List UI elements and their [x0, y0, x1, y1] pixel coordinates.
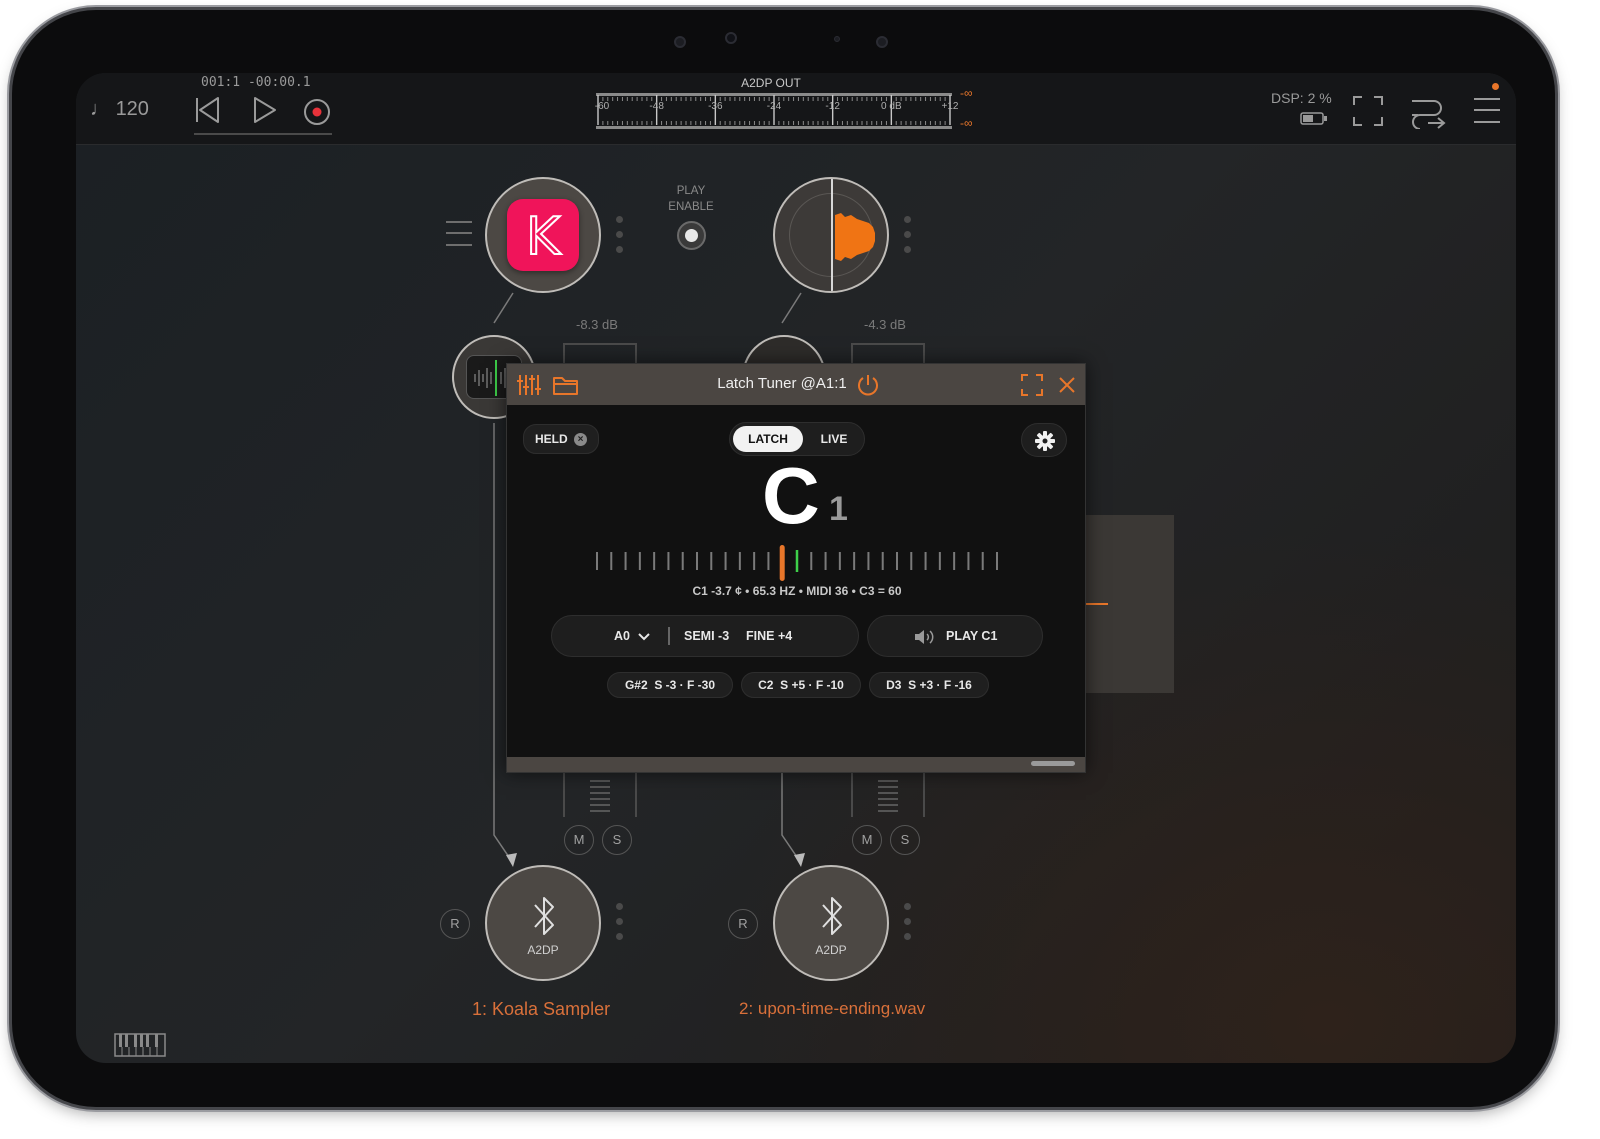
- bluetooth-icon: [822, 897, 842, 935]
- resize-handle[interactable]: [1031, 761, 1075, 766]
- reference-pitch-control: A0 SEMI -3 FINE +4: [551, 615, 859, 657]
- fine-value[interactable]: FINE +4: [746, 629, 792, 643]
- tuner-plugin-window: Latch Tuner @A1:1 HELD × LATCH LIVE C 1 …: [506, 363, 1086, 773]
- pitch-needle: [779, 545, 785, 581]
- channel-1-fader-top[interactable]: [563, 343, 637, 363]
- reference-note-select[interactable]: A0: [614, 629, 650, 643]
- koala-sampler-node[interactable]: K: [485, 177, 601, 293]
- play-label: PLAY C1: [946, 629, 998, 643]
- fader-handle-icon: [878, 780, 898, 812]
- channel-1-gain: -8.3 dB: [576, 317, 618, 332]
- folder-icon[interactable]: [553, 375, 579, 395]
- semi-value[interactable]: SEMI -3: [684, 629, 729, 643]
- koala-letter: K: [525, 206, 561, 268]
- channel-1-solo-button[interactable]: S: [602, 825, 632, 855]
- koala-app-icon: K: [507, 199, 579, 271]
- gear-icon: [1035, 431, 1055, 451]
- channel-2-name[interactable]: 2: upon-time-ending.wav: [739, 999, 925, 1019]
- play-enable-label: PLAY ENABLE: [668, 185, 714, 213]
- channel-2-output-node[interactable]: A2DP: [773, 865, 889, 981]
- held-label: HELD: [535, 432, 568, 446]
- fullscreen-icon[interactable]: [1021, 374, 1043, 396]
- ipad-frame: ♩ 120 001:1 -00:00.1 A2DP OUT -60 -48 -3…: [12, 10, 1555, 1107]
- preset-chip-3[interactable]: D3 S +3 · F -16: [869, 672, 989, 698]
- divider: [668, 627, 670, 645]
- chevron-down-icon: [638, 633, 650, 641]
- output-label: A2DP: [815, 943, 847, 957]
- preset-chip-2[interactable]: C2 S +5 · F -10: [741, 672, 861, 698]
- mode-latch-button[interactable]: LATCH: [733, 426, 803, 452]
- channel-1-output-node[interactable]: A2DP: [485, 865, 601, 981]
- note-display: C: [762, 451, 820, 540]
- fader-handle-icon: [590, 780, 610, 812]
- node-handle-dots[interactable]: [904, 903, 912, 948]
- close-icon[interactable]: ×: [574, 433, 587, 446]
- close-icon[interactable]: [1058, 376, 1076, 394]
- speaker-icon: [915, 630, 934, 644]
- play-reference-button[interactable]: PLAY C1: [867, 615, 1043, 657]
- piano-keyboard-icon[interactable]: [114, 1033, 166, 1057]
- bluetooth-icon: [534, 897, 554, 935]
- channel-2-mute-button[interactable]: M: [852, 825, 882, 855]
- power-icon[interactable]: [856, 373, 880, 397]
- pitch-readout: C1 -3.7 ¢ • 65.3 HZ • MIDI 36 • C3 = 60: [692, 584, 902, 598]
- node-handle-dots[interactable]: [616, 216, 624, 261]
- channel-2-solo-button[interactable]: S: [890, 825, 920, 855]
- channel-2-fader[interactable]: [851, 773, 925, 817]
- node-handle-dots[interactable]: [904, 216, 912, 261]
- app-screen: ♩ 120 001:1 -00:00.1 A2DP OUT -60 -48 -3…: [76, 73, 1516, 1063]
- front-camera: [725, 32, 737, 44]
- sensor-dot: [834, 36, 840, 42]
- output-label: A2DP: [527, 943, 559, 957]
- plugin-titlebar: Latch Tuner @A1:1: [507, 364, 1085, 405]
- sensor-dot: [674, 36, 686, 48]
- settings-button[interactable]: [1021, 423, 1067, 457]
- side-panel: [1084, 515, 1174, 693]
- channel-1-record-button[interactable]: R: [440, 909, 470, 939]
- channel-2-fader-top[interactable]: [851, 343, 925, 363]
- sensor-dot: [876, 36, 888, 48]
- channel-2-gain: -4.3 dB: [864, 317, 906, 332]
- channel-1-mute-button[interactable]: M: [564, 825, 594, 855]
- mode-live-button[interactable]: LIVE: [806, 426, 862, 452]
- channel-1-name[interactable]: 1: Koala Sampler: [472, 999, 610, 1020]
- cents-meter: [596, 545, 998, 581]
- play-enable-toggle[interactable]: [677, 221, 706, 250]
- waveform-icon: [831, 179, 875, 291]
- channel-2-record-button[interactable]: R: [728, 909, 758, 939]
- node-handle-dots[interactable]: [616, 903, 624, 948]
- audio-file-node[interactable]: [773, 177, 889, 293]
- plugin-footer: [507, 757, 1085, 772]
- mixer-icon[interactable]: [517, 373, 541, 397]
- preset-chip-1[interactable]: G#2 S -3 · F -30: [607, 672, 733, 698]
- channel-1-fader[interactable]: [563, 773, 637, 817]
- octave-display: 1: [829, 490, 848, 528]
- held-chip[interactable]: HELD ×: [523, 424, 599, 454]
- channel-menu-icon[interactable]: [445, 219, 473, 249]
